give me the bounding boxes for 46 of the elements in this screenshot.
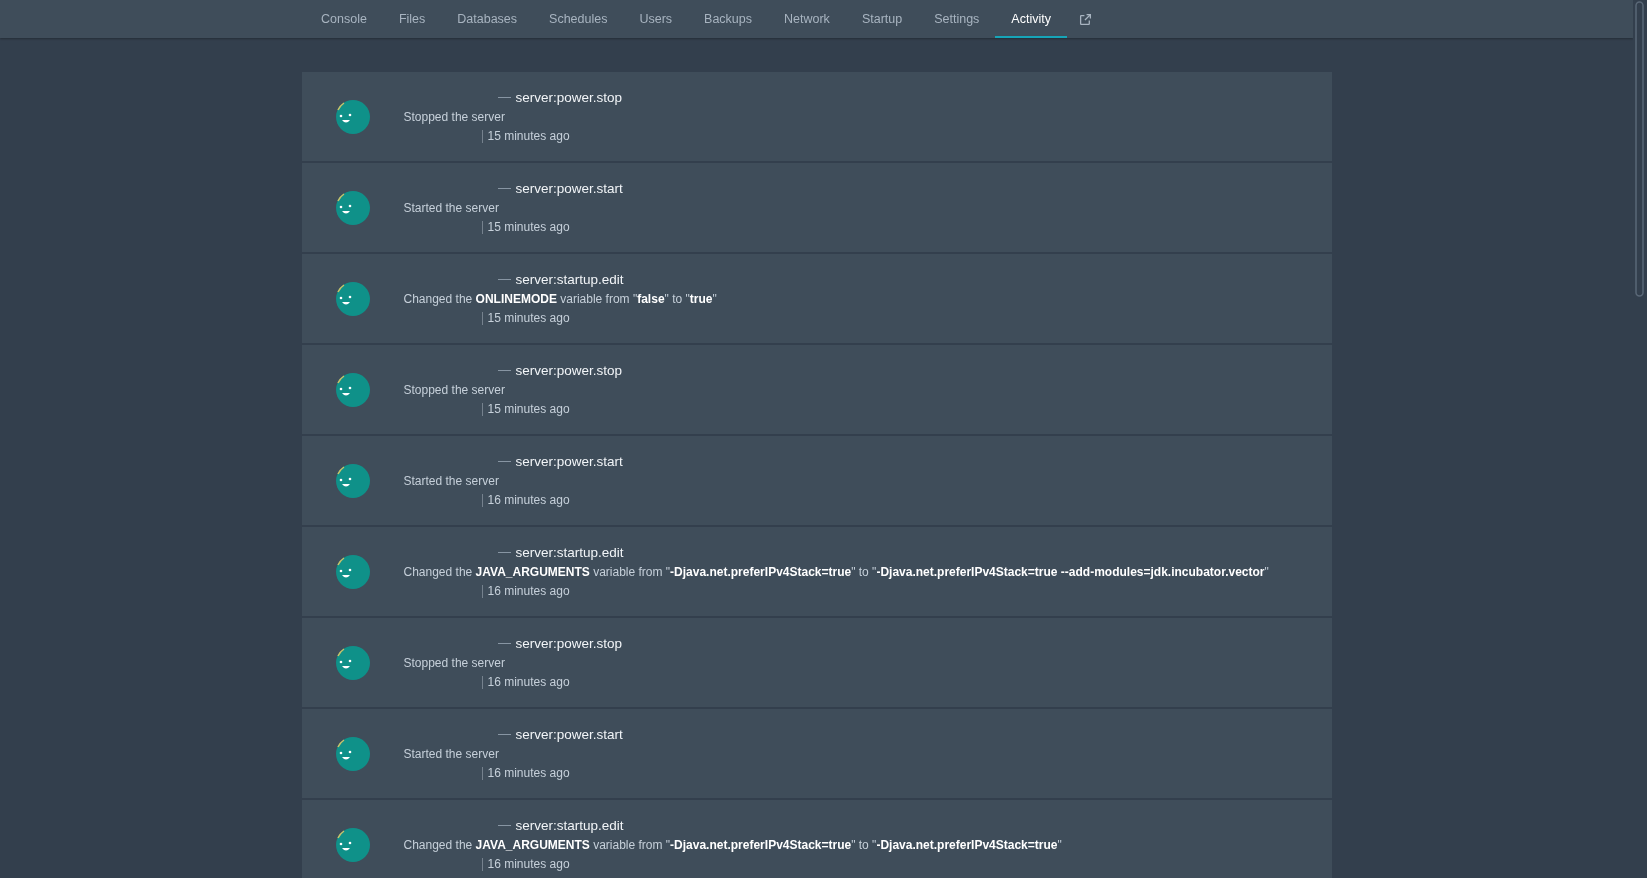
event-description: Changed the JAVA_ARGUMENTS variable from "-Djava.net.preferIPv4Stack=true" to "-Djava.net.preferIPv4Stack=true --add-modules=jdk.incubator.vector" [403, 565, 1269, 579]
event-description: Started the server [403, 474, 500, 488]
nav-tab[interactable]: Console [305, 0, 383, 38]
event-time: 16 minutes ago [487, 493, 570, 507]
avatar-icon [334, 462, 371, 499]
avatar-icon [334, 371, 371, 408]
event-description: Started the server [403, 747, 500, 761]
event-description: Started the server [403, 201, 500, 215]
avatar-icon [334, 280, 371, 317]
nav-tab[interactable]: Databases [441, 0, 534, 38]
event-time: 15 minutes ago [487, 220, 570, 234]
event-name: server:power.start [515, 181, 623, 196]
event-time: 16 minutes ago [487, 584, 570, 598]
event-description: Stopped the server [403, 656, 506, 670]
event-description: Stopped the server [403, 110, 506, 124]
avatar-icon [334, 735, 371, 772]
event-time: 15 minutes ago [487, 311, 570, 325]
event-time: 16 minutes ago [487, 857, 570, 871]
nav-tab[interactable]: Backups [688, 0, 769, 38]
nav-tab[interactable]: Schedules [533, 0, 624, 38]
avatar-icon [334, 189, 371, 226]
event-name: server:power.stop [515, 636, 623, 651]
event-name: server:startup.edit [515, 818, 624, 833]
event-description: Stopped the server [403, 383, 506, 397]
event-time: 16 minutes ago [487, 766, 570, 780]
event-name: server:startup.edit [515, 545, 624, 560]
avatar-icon [334, 98, 371, 135]
event-name: server:power.stop [515, 90, 623, 105]
event-name: server:power.start [515, 454, 623, 469]
event-time: 15 minutes ago [487, 129, 570, 143]
nav-tab[interactable]: Files [382, 0, 442, 38]
event-name: server:power.stop [515, 363, 623, 378]
nav-tab[interactable]: Users [623, 0, 689, 38]
event-description: Changed the JAVA_ARGUMENTS variable from "-Djava.net.preferIPv4Stack=true" to "-Djava.net.preferIPv4Stack=true" [403, 838, 1062, 852]
event-time: 15 minutes ago [487, 402, 570, 416]
event-name: server:power.start [515, 727, 623, 742]
nav-tab[interactable]: Network [768, 0, 846, 38]
nav-tab[interactable]: Activity [995, 0, 1067, 38]
avatar-icon [334, 553, 371, 590]
nav-tab[interactable]: Settings [918, 0, 996, 38]
nav-tab[interactable]: Startup [845, 0, 919, 38]
avatar-icon [334, 826, 371, 863]
avatar-icon [334, 644, 371, 681]
event-time: 16 minutes ago [487, 675, 570, 689]
event-description: Changed the ONLINEMODE variable from "false" to "true" [403, 292, 717, 306]
event-name: server:startup.edit [515, 272, 624, 287]
